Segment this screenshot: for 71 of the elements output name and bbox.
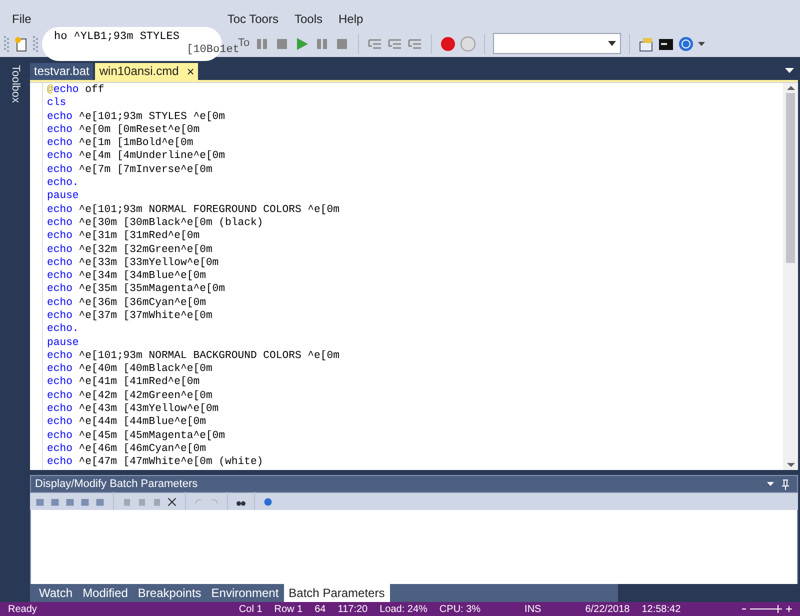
code-line: echo. bbox=[47, 323, 79, 337]
code-line: @echo off bbox=[47, 84, 104, 97]
code-line: echo ^e[42m [42mGreen^e[0m bbox=[47, 390, 212, 403]
panel-title: Display/Modify Batch Parameters bbox=[35, 476, 198, 492]
dropdown-arrow-icon bbox=[608, 41, 616, 46]
code-line: echo ^e[4m [4mUnderline^e[0m bbox=[47, 150, 226, 164]
code-line: echo ^e[30m [30mBlack^e[0m (black) bbox=[47, 216, 264, 230]
code-line: echo ^e[35m [35mMagenta^e[0m bbox=[47, 283, 226, 297]
status-item: Row 1 bbox=[274, 602, 303, 616]
panel-tab[interactable]: Watch bbox=[34, 584, 78, 602]
combo-box[interactable] bbox=[492, 33, 621, 54]
code-line: echo ^e[0m [0mReset^e[0m bbox=[47, 124, 200, 137]
code-line: echo ^e[31m [31mRed^e[0m bbox=[47, 230, 200, 244]
code-line: echo ^e[41m [41mRed^e[0m bbox=[47, 376, 200, 390]
stop-circle-icon[interactable] bbox=[460, 36, 476, 52]
code-line: echo ^e[7m [7mInverse^e[0m bbox=[47, 164, 212, 177]
code-line: echo ^e[37m [37mWhite^e[0m bbox=[47, 310, 212, 323]
code-line: echo ^e[43m [43mYellow^e[0m bbox=[47, 403, 219, 416]
status-text: Ready bbox=[8, 602, 37, 616]
menu-item[interactable]: Help bbox=[330, 10, 372, 28]
code-line: echo ^e[34m [34mBlue^e[0m bbox=[47, 270, 206, 283]
dropdown-arrow-icon[interactable] bbox=[698, 42, 705, 46]
zoom-slider-icon[interactable] bbox=[742, 604, 792, 614]
code-line: echo ^e[46m [46mCyan^e[0m bbox=[47, 442, 206, 456]
status-item: 64 bbox=[314, 602, 326, 616]
new-file-icon[interactable] bbox=[13, 36, 29, 52]
status-item: CPU: 3% bbox=[439, 602, 481, 616]
status-item: Load: 24% bbox=[380, 602, 428, 616]
status-item: INS bbox=[524, 602, 542, 616]
code-line: echo ^e[40m [40mBlack^e[0m bbox=[47, 363, 212, 376]
close-button[interactable]: × bbox=[186, 64, 194, 78]
scrollbar[interactable] bbox=[783, 82, 798, 470]
menu-item[interactable]: File bbox=[4, 10, 40, 28]
panel-tab[interactable]: Batch Parameters bbox=[284, 584, 390, 602]
panel-tab[interactable]: Environment bbox=[206, 584, 284, 602]
code-line: pause bbox=[47, 190, 79, 204]
code-line: echo ^e[47m [47mWhite^e[0m (white) bbox=[47, 456, 264, 470]
code-line: echo ^e[36m [36mCyan^e[0m bbox=[47, 296, 206, 310]
overlay-text: ho ^YLB1;93m STYLES bbox=[54, 30, 180, 44]
code-line: echo ^e[101;93m STYLES ^e[0m bbox=[47, 110, 226, 124]
open-folder-icon[interactable] bbox=[638, 36, 654, 52]
dropdown-arrow-icon[interactable] bbox=[767, 482, 774, 486]
code-line: echo ^e[45m [45mMagenta^e[0m bbox=[47, 430, 226, 443]
code-line: echo ^e[101;93m NORMAL BACKGROUND COLORS ^e[0m bbox=[47, 350, 340, 363]
code-line: cls bbox=[47, 97, 66, 111]
document-tab[interactable]: win10ansi.cmd × bbox=[95, 62, 198, 80]
grip-icon bbox=[33, 34, 38, 52]
code-line: echo ^e[32m [32mGreen^e[0m bbox=[47, 244, 212, 257]
toolbox-tab[interactable]: Toolbox bbox=[7, 65, 23, 602]
code-line: echo ^e[1m [1mBold^e[0m bbox=[47, 137, 194, 150]
menu-item[interactable]: Toc Toors bbox=[219, 10, 286, 28]
status-item: Col 1 bbox=[238, 602, 262, 616]
status-item: 117:20 bbox=[338, 602, 368, 616]
menu-item[interactable]: Tools bbox=[286, 10, 330, 28]
scroll-thumb[interactable] bbox=[786, 92, 795, 263]
dropdown-arrow-icon[interactable] bbox=[785, 68, 794, 73]
pin-icon[interactable] bbox=[782, 478, 789, 490]
code-line: echo. bbox=[47, 177, 79, 190]
code-line: echo ^e[101;93m NORMAL FOREGROUND COLORS ^e[0m bbox=[47, 204, 340, 217]
document-tab[interactable]: testvar.bat bbox=[30, 62, 94, 80]
panel-tab[interactable]: Modified bbox=[78, 584, 133, 602]
status-item: 12:58:42 bbox=[642, 602, 681, 616]
code-line: pause bbox=[47, 336, 79, 350]
code-line: echo ^e[33m [33mYellow^e[0m bbox=[47, 256, 219, 270]
panel-tab[interactable]: Breakpoints bbox=[132, 584, 206, 602]
toolbar-label: To bbox=[238, 36, 250, 50]
overlay-text: [10Bo1et bbox=[186, 44, 240, 56]
code-line: echo ^e[44m [44mBlue^e[0m bbox=[47, 416, 206, 430]
grip-icon bbox=[4, 34, 9, 52]
record-icon[interactable] bbox=[440, 36, 456, 52]
status-item: 6/22/2018 bbox=[585, 602, 630, 616]
